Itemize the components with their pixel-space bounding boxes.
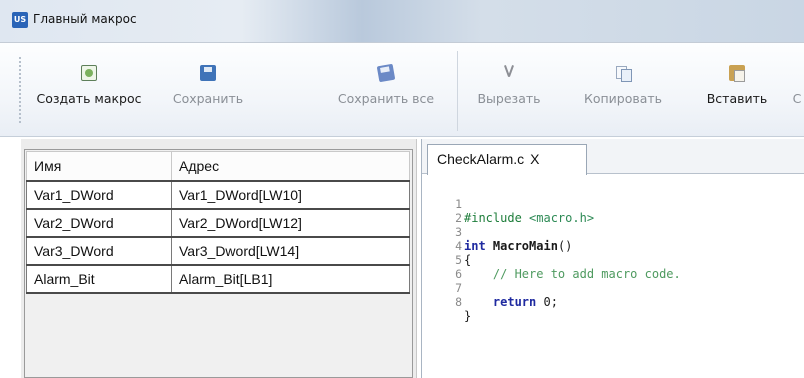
column-header-name[interactable]: Имя: [26, 151, 172, 181]
code-line: 2: [422, 197, 804, 225]
code-line: 5 // Here to add macro code.: [422, 239, 804, 281]
app-logo-icon: US: [12, 12, 28, 28]
code-line: 4 {: [422, 225, 804, 267]
save-button[interactable]: Сохранить: [155, 51, 261, 125]
create-macro-button[interactable]: Создать макрос: [28, 51, 150, 125]
toolbar-grip[interactable]: [19, 57, 21, 123]
tab-checkalarm[interactable]: CheckAlarm.c X: [427, 144, 587, 175]
cut-icon: [501, 65, 517, 81]
paste-button[interactable]: Вставить: [693, 51, 781, 125]
variable-name-cell[interactable]: Alarm_Bit: [26, 263, 172, 294]
copy-button[interactable]: Копировать: [565, 51, 681, 125]
save-label: Сохранить: [172, 91, 244, 106]
variable-address-cell[interactable]: Alarm_Bit[LB1]: [171, 263, 410, 294]
return-keyword: return: [464, 295, 537, 309]
truncated-toolbar-label: С: [792, 91, 802, 106]
toolbar: Создать макрос Сохранить Сохранить все В…: [0, 43, 804, 137]
copy-label: Копировать: [583, 91, 663, 106]
variables-table: Имя Адрес Var1_DWord Var1_DWord[LW10] Va…: [26, 151, 410, 294]
paste-label: Вставить: [706, 91, 768, 106]
variable-name-cell[interactable]: Var2_DWord: [26, 207, 172, 238]
variable-address-cell[interactable]: Var3_Dword[LW14]: [171, 235, 410, 266]
tab-label: CheckAlarm.c: [437, 151, 525, 167]
tab-close-button[interactable]: X: [530, 151, 539, 167]
table-row[interactable]: Alarm_Bit Alarm_Bit[LB1]: [26, 263, 410, 294]
save-all-button[interactable]: Сохранить все: [312, 51, 460, 125]
table-row[interactable]: Var2_DWord Var2_DWord[LW12]: [26, 207, 410, 238]
new-macro-icon: [81, 65, 97, 81]
table-row[interactable]: Var1_DWord Var1_DWord[LW10]: [26, 179, 410, 210]
save-icon: [200, 65, 216, 81]
truncated-toolbar-button[interactable]: С: [790, 51, 804, 125]
close-brace: }: [464, 309, 472, 323]
window-title-bar: US Главный макрос: [0, 0, 804, 43]
variable-name-cell[interactable]: Var1_DWord: [26, 179, 172, 210]
variable-name-cell[interactable]: Var3_DWord: [26, 235, 172, 266]
variables-table-frame: Имя Адрес Var1_DWord Var1_DWord[LW10] Va…: [24, 149, 413, 378]
code-line: 1 #include <macro.h>: [422, 183, 804, 225]
cut-button[interactable]: Вырезать: [467, 51, 551, 125]
return-value: 0;: [536, 295, 558, 309]
create-macro-label: Создать макрос: [36, 91, 142, 106]
save-all-icon: [376, 63, 396, 83]
paste-icon: [729, 65, 745, 82]
code-line: 7 return 0;: [422, 267, 804, 309]
table-row[interactable]: Var3_DWord Var3_Dword[LW14]: [26, 235, 410, 266]
variable-address-cell[interactable]: Var1_DWord[LW10]: [171, 179, 410, 210]
column-header-address[interactable]: Адрес: [171, 151, 410, 181]
save-all-label: Сохранить все: [337, 91, 435, 106]
code-line: 3 int MacroMain(): [422, 211, 804, 253]
variable-address-cell[interactable]: Var2_DWord[LW12]: [171, 207, 410, 238]
line-number: 8: [455, 295, 462, 309]
cut-label: Вырезать: [477, 91, 541, 106]
code-area[interactable]: 1 #include <macro.h> 2 3 int MacroMain()…: [422, 183, 804, 323]
code-line: 6: [422, 253, 804, 281]
editor-tab-strip: CheckAlarm.c X: [422, 139, 804, 175]
window-title: Главный макрос: [33, 12, 137, 26]
copy-icon: [615, 65, 632, 82]
toolbar-separator: [457, 51, 458, 131]
variables-header-row: Имя Адрес: [26, 151, 410, 181]
code-line: 8 }: [422, 281, 804, 323]
code-editor-pane: CheckAlarm.c X 1 #include <macro.h> 2 3 i…: [421, 139, 804, 378]
variables-pane: Имя Адрес Var1_DWord Var1_DWord[LW10] Va…: [21, 139, 417, 378]
